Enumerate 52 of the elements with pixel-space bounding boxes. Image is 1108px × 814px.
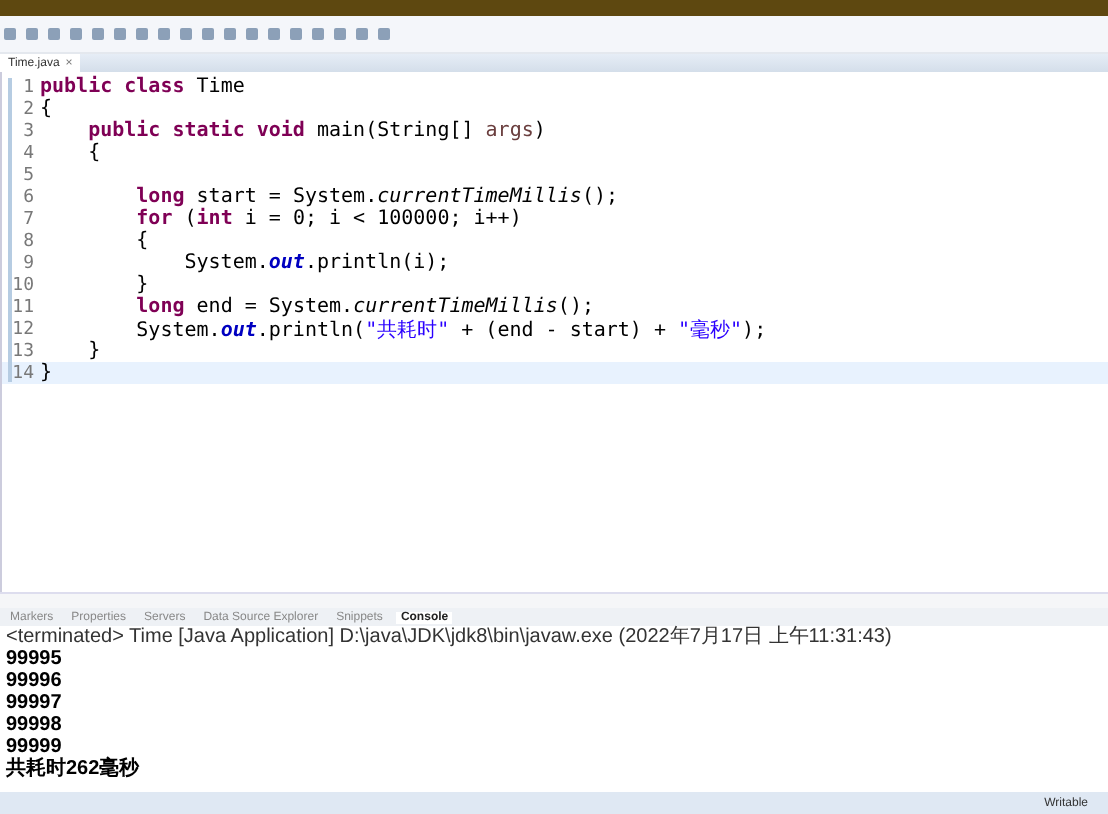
toolbar-square-icon[interactable] bbox=[334, 28, 346, 40]
code-line: System.out.println("共耗时" + (end - start) + "毫秒"); bbox=[134, 317, 767, 343]
toolbar-square-icon[interactable] bbox=[70, 28, 82, 40]
toolbar-square-icon[interactable] bbox=[114, 28, 126, 40]
toolbar-square-icon[interactable] bbox=[26, 28, 38, 40]
toolbar-square-icon[interactable] bbox=[290, 28, 302, 40]
toolbar-square-icon[interactable] bbox=[356, 28, 368, 40]
code-line: } bbox=[86, 340, 101, 362]
code-line: for (int i = 0; i < 100000; i++) bbox=[134, 208, 522, 230]
line-number: 10 bbox=[10, 275, 34, 295]
toolbar-square-icon[interactable] bbox=[312, 28, 324, 40]
line-number: 13 bbox=[10, 341, 34, 361]
toolbar-square-icon[interactable] bbox=[202, 28, 214, 40]
toolbar-square-icon[interactable] bbox=[224, 28, 236, 40]
code-line: public static void main(String[] args) bbox=[86, 120, 546, 142]
line-number: 14 bbox=[10, 363, 34, 383]
line-number: 11 bbox=[10, 297, 34, 317]
console-output-line: 99997 bbox=[6, 692, 64, 714]
toolbar-square-icon[interactable] bbox=[136, 28, 148, 40]
console-header: <terminated> Time [Java Application] D:\java\JDK\jdk8\bin\javaw.exe (2022年7月17日 上午11:31:43) bbox=[4, 626, 894, 648]
line-number: 7 bbox=[21, 209, 34, 229]
toolbar-square-icon[interactable] bbox=[378, 28, 390, 40]
console-output-line: 99996 bbox=[6, 670, 64, 692]
line-number: 3 bbox=[21, 121, 34, 141]
code-line: } bbox=[40, 362, 53, 384]
line-number: 12 bbox=[10, 319, 34, 339]
code-line: { bbox=[134, 230, 149, 252]
console-output-line: 99995 bbox=[6, 648, 64, 670]
code-line: public class Time bbox=[40, 76, 245, 98]
toolbar-square-icon[interactable] bbox=[48, 28, 60, 40]
line-number: 5 bbox=[21, 165, 34, 185]
line-number: 4 bbox=[21, 143, 34, 163]
toolbar-square-icon[interactable] bbox=[158, 28, 170, 40]
line-number: 1 bbox=[21, 77, 34, 97]
console-output-line: 99998 bbox=[6, 714, 64, 736]
code-line: long start = System.currentTimeMillis(); bbox=[134, 186, 619, 208]
code-line: long end = System.currentTimeMillis(); bbox=[134, 296, 594, 318]
line-number: 2 bbox=[21, 99, 34, 119]
code-line: { bbox=[40, 98, 53, 120]
toolbar-square-icon[interactable] bbox=[268, 28, 280, 40]
console-output-line: 共耗时262毫秒 bbox=[6, 758, 142, 780]
console-output-line: 99999 bbox=[6, 736, 62, 758]
toolbar-square-icon[interactable] bbox=[180, 28, 192, 40]
code-line: } bbox=[134, 274, 149, 296]
toolbar-square-icon[interactable] bbox=[92, 28, 104, 40]
code-line: System.out.println(i); bbox=[182, 252, 450, 274]
line-number: 9 bbox=[21, 253, 34, 273]
line-number: 6 bbox=[21, 187, 34, 207]
toolbar-square-icon[interactable] bbox=[4, 28, 16, 40]
line-number: 8 bbox=[21, 231, 34, 251]
code-line: { bbox=[86, 142, 101, 164]
toolbar-square-icon[interactable] bbox=[246, 28, 258, 40]
